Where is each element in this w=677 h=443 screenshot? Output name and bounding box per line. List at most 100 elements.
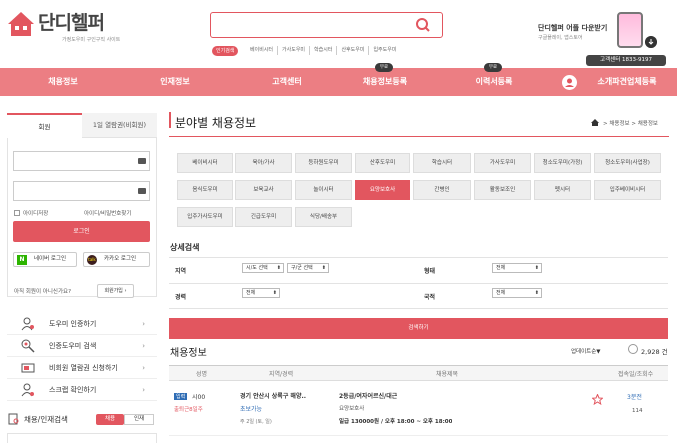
hot-link[interactable]: 학습시터 <box>309 46 336 55</box>
category-button[interactable]: 베이비시터 <box>177 153 233 173</box>
category-button[interactable]: 청소도우미(사업장) <box>594 153 661 173</box>
category-button[interactable]: 활동보조인 <box>474 180 531 200</box>
category-button[interactable]: 긴급도우미 <box>235 207 292 227</box>
detail-search-title: 상세검색 <box>170 243 200 252</box>
career-select[interactable]: 전체 ⬍ <box>242 288 280 298</box>
list-title: 채용정보 <box>170 348 207 359</box>
search-submit-button[interactable]: 검색하기 <box>169 318 668 339</box>
tab-day-pass[interactable]: 1일 열람권(비회원) <box>82 113 157 138</box>
col-title: 채용제목 <box>436 371 459 378</box>
call-center-badge: 고객센터 1833-9197 <box>586 55 666 66</box>
join-button[interactable]: 회원가입 › <box>97 284 134 298</box>
list-count-icon <box>628 344 638 354</box>
category-button[interactable]: 보육교사 <box>235 180 292 200</box>
title-accent-bar <box>169 112 171 128</box>
category-button[interactable]: 입주가사도우미 <box>177 207 233 227</box>
find-account-link[interactable]: 아이디/비밀번호찾기 <box>84 209 131 217</box>
hot-search-badge: 인기검색 <box>212 46 239 56</box>
side-item-verify[interactable]: 도우미 인증하기 › <box>7 314 157 335</box>
category-button[interactable]: 펫시터 <box>534 180 591 200</box>
person-icon <box>21 317 34 331</box>
region-label: 지역 <box>175 268 187 275</box>
search-icon[interactable] <box>412 14 434 36</box>
login-button[interactable]: 로그인 <box>13 221 150 242</box>
app-download-title[interactable]: 단디헬퍼 어플 다운받기 <box>538 23 607 33</box>
category-button[interactable]: 학습시터 <box>413 153 471 173</box>
nav-resume-register[interactable]: 이력서등록 <box>461 68 527 96</box>
divider <box>169 136 669 137</box>
region-sido-select[interactable]: 시/도 선택 ⬍ <box>242 263 284 273</box>
star-scrap-icon[interactable] <box>592 394 603 405</box>
dropdown-arrow-icon: ⬍ <box>276 265 281 271</box>
row-access-time: 3분전 <box>627 394 642 401</box>
nav-customer-center[interactable]: 고객센터 <box>252 68 322 96</box>
keyboard-icon[interactable] <box>138 158 146 164</box>
save-id-checkbox[interactable] <box>14 210 20 216</box>
nationality-select[interactable]: 전체 ⬍ <box>492 288 542 298</box>
col-region: 지역/경력 <box>269 371 294 378</box>
category-button[interactable]: 음식도우미 <box>177 180 233 200</box>
career-label: 경력 <box>175 294 187 301</box>
toggle-talent[interactable]: 인재 <box>124 414 154 425</box>
magnifier-person-icon <box>21 339 35 353</box>
row-pay: 일급 130000원 / 오후 18:00 ~ 오후 18:00 <box>339 419 453 425</box>
house-logo-icon[interactable] <box>6 10 36 38</box>
category-button[interactable]: 입주베이비시터 <box>594 180 661 200</box>
home-icon[interactable] <box>591 119 599 126</box>
kakao-icon: talk <box>87 255 97 265</box>
ticket-icon <box>21 363 35 373</box>
nav-agency-register[interactable]: 소개파견업체등록 <box>584 68 670 96</box>
hot-link[interactable]: 베이비시터 <box>246 46 277 55</box>
row-schedule: 주 2일 (토, 일) <box>240 419 272 425</box>
category-button[interactable]: 식당/배송부 <box>295 207 352 227</box>
side-item-day-pass[interactable]: 비회원 열람권 신청하기 › <box>7 358 157 379</box>
region-gugun-select[interactable]: 구/군 선택 ⬍ <box>287 263 329 273</box>
category-button[interactable]: 청소도우미(가정) <box>534 153 591 173</box>
dropdown-arrow-icon: ⬍ <box>534 290 539 296</box>
side-item-search-verified[interactable]: 인증도우미 검색 › <box>7 336 157 357</box>
nav-talent-info[interactable]: 인재정보 <box>140 68 210 96</box>
category-button[interactable]: 산후도우미 <box>355 153 410 173</box>
save-id-label: 아이디저장 <box>23 211 49 217</box>
tab-member[interactable]: 회원 <box>7 113 82 138</box>
category-button[interactable]: 간병인 <box>413 180 471 200</box>
search-doc-icon <box>8 413 19 425</box>
login-panel <box>7 113 157 297</box>
chevron-right-icon: › <box>142 320 145 328</box>
keyboard-icon[interactable] <box>138 188 146 194</box>
hot-link[interactable]: 산후도우미 <box>336 46 368 55</box>
category-button[interactable]: 요양보호사 <box>355 180 410 200</box>
hot-link[interactable]: 가사도우미 <box>277 46 309 55</box>
hot-search-links: 베이비시터 가사도우미 학습시터 산후도우미 입주도우미 <box>246 46 400 55</box>
dropdown-arrow-icon: ⬍ <box>272 290 277 296</box>
page-title: 분야별 채용정보 <box>175 116 257 130</box>
category-button[interactable]: 가사도우미 <box>474 153 531 173</box>
toggle-job[interactable]: 채용 <box>96 414 124 425</box>
logo-subtitle: 가정도우미 구인구직 사이트 <box>62 37 121 43</box>
id-field[interactable] <box>13 151 150 171</box>
nav-job-register[interactable]: 채용정보등록 <box>350 68 420 96</box>
chevron-right-icon: › <box>142 364 145 372</box>
row-company: 요양보호사 <box>339 406 365 412</box>
hot-link[interactable]: 입주도우미 <box>368 46 400 55</box>
chevron-right-icon: › <box>142 342 145 350</box>
side-next-box <box>7 433 157 443</box>
entry-badge: 입력 <box>174 393 188 400</box>
dropdown-arrow-icon: ⬍ <box>534 265 539 271</box>
category-button[interactable]: 놀이시터 <box>295 180 352 200</box>
type-select[interactable]: 전체 ⬍ <box>492 263 542 273</box>
password-field[interactable] <box>13 181 150 201</box>
scrap-person-icon <box>21 383 34 397</box>
logo-text[interactable]: 단디헬퍼 <box>38 8 104 35</box>
nav-job-info[interactable]: 채용정보 <box>28 68 98 96</box>
category-button[interactable]: 육아/가사 <box>235 153 292 173</box>
search-input[interactable] <box>210 12 443 38</box>
category-button[interactable]: 등하원도우미 <box>295 153 352 173</box>
row-job-title[interactable]: 2등급/여자어르신/대근 <box>339 391 397 400</box>
chevron-right-icon: › <box>142 386 145 394</box>
table-header <box>169 365 668 381</box>
sort-select[interactable]: 업데이트순▼ <box>571 347 601 355</box>
col-name: 성명 <box>196 371 208 378</box>
side-item-scrap[interactable]: 스크랩 확인하기 › <box>7 380 157 401</box>
commute-type: 출퇴근8일주 <box>174 407 203 413</box>
